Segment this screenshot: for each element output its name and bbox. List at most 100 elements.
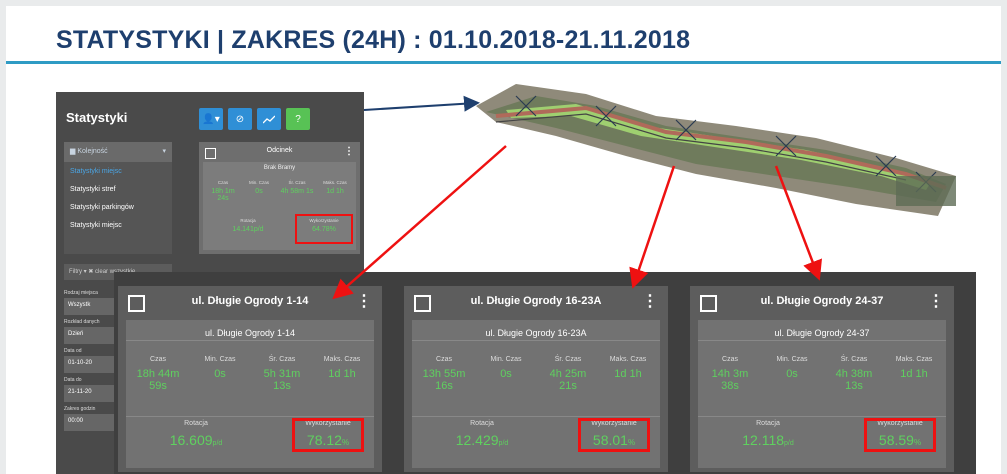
metric-value: 5h 31m 13s xyxy=(263,368,301,392)
chart-button[interactable] xyxy=(257,108,281,130)
more-vert-icon[interactable]: ⋮ xyxy=(928,291,944,311)
sidebar-item-place-stats-2[interactable]: Statystyki miejsc xyxy=(64,216,172,234)
user-button[interactable]: 👤▾ xyxy=(199,108,223,130)
aerial-map xyxy=(476,84,956,216)
sidebar-header-label: Kolejność xyxy=(77,148,108,155)
card-subtitle: ul. Długie Ogrody 24-37 xyxy=(774,328,870,338)
help-button[interactable]: ? xyxy=(286,108,310,130)
filter-label: Data od xyxy=(64,348,82,354)
help-icon: ? xyxy=(295,113,301,125)
segment-cards-panel: ul. Długie Ogrody 1-14 ⋮ ul. Długie Ogro… xyxy=(114,272,976,474)
more-vert-icon[interactable]: ⋮ xyxy=(642,291,658,311)
metric-value: 18h 44m 59s xyxy=(136,368,180,392)
metric-value: 4h 58m 1s xyxy=(280,188,314,195)
chevron-down-icon: ▾ xyxy=(162,148,166,155)
metric-label: Maks. Czas xyxy=(609,356,647,363)
rotation-value: 12.429p/d xyxy=(455,432,509,448)
app-title: Statystyki xyxy=(66,110,128,125)
card-subtitle: ul. Długie Ogrody 1-14 xyxy=(204,328,296,338)
filter-fields: Rodzaj miejsca Wszystk Rozkład danych Dz… xyxy=(64,286,116,431)
filter-date-to[interactable]: 21-11-20 xyxy=(64,385,116,402)
more-vert-icon[interactable]: ⋮ xyxy=(344,146,354,157)
metric-value: 1d 1h xyxy=(900,368,928,380)
usage-highlight-box xyxy=(295,214,353,244)
metric-value: 4h 38m 13s xyxy=(835,368,873,392)
card-checkbox[interactable] xyxy=(128,295,145,312)
sidebar-item-place-stats[interactable]: Statystyki miejsc xyxy=(64,162,172,180)
rotation-label: Rotacja xyxy=(470,420,494,427)
metric-label: Min. Czas xyxy=(776,356,808,363)
filter-label: Zakres godzin xyxy=(64,406,96,412)
chart-icon xyxy=(263,115,275,123)
card-body: ul. Długie Ogrody 24-37 Czas Min. Czas Ś… xyxy=(698,320,946,468)
card-name: ul. Długie Ogrody 1-14 xyxy=(191,295,309,307)
segment-card-2: ul. Długie Ogrody 16-23A ⋮ ul. Długie Og… xyxy=(404,286,668,472)
metric-label: Min. Czas xyxy=(490,356,522,363)
divider xyxy=(126,416,374,417)
metric-value: 0s xyxy=(214,368,226,380)
card-body: ul. Długie Ogrody 1-14 Czas Min. Czas Śr… xyxy=(126,320,374,468)
segment-card-3: ul. Długie Ogrody 24-37 ⋮ ul. Długie Ogr… xyxy=(690,286,954,472)
sidebar-item-zone-stats[interactable]: Statystyki stref xyxy=(64,180,172,198)
rotation-label: Rotacja xyxy=(756,420,780,427)
metric-label: Czas xyxy=(722,356,738,363)
metric-value: 14h 3m 38s xyxy=(711,368,749,392)
divider xyxy=(698,340,946,341)
blue-arrow xyxy=(363,95,480,112)
metric-label: Czas xyxy=(436,356,452,363)
filter-distribution[interactable]: Dzień xyxy=(64,327,116,344)
card-checkbox[interactable] xyxy=(700,295,717,312)
usage-highlight-box xyxy=(578,418,650,452)
metric-label: Czas xyxy=(217,180,229,185)
card-subtitle: ul. Długie Ogrody 16-23A xyxy=(485,328,587,338)
block-icon: ⊘ xyxy=(235,113,245,125)
metric-label: Min. Czas xyxy=(204,356,236,363)
metric-value: 0s xyxy=(500,368,512,380)
metric-value: 18h 1m 24s xyxy=(211,188,235,202)
metric-label: Śr. Czas xyxy=(288,180,306,185)
filter-place-type[interactable]: Wszystk xyxy=(64,298,116,315)
card-checkbox[interactable] xyxy=(414,295,431,312)
title-underline xyxy=(6,61,1001,64)
divider xyxy=(698,416,946,417)
card-body: ul. Długie Ogrody 16-23A Czas Min. Czas … xyxy=(412,320,660,468)
divider xyxy=(412,416,660,417)
divider xyxy=(126,340,374,341)
stats-sidebar: ▆ Kolejność ▾ Statystyki miejsc Statysty… xyxy=(64,142,172,254)
metric-value: 0s xyxy=(255,188,263,195)
metric-label: Min. Czas xyxy=(248,180,269,185)
sidebar-item-parking-stats[interactable]: Statystyki parkingów xyxy=(64,198,172,216)
metric-label: Śr. Czas xyxy=(268,356,296,363)
card-name: ul. Długie Ogrody 24-37 xyxy=(760,295,884,307)
card-name: ul. Długie Ogrody 16-23A xyxy=(470,295,602,307)
usage-highlight-box xyxy=(864,418,936,452)
metric-value: 1d 1h xyxy=(614,368,642,380)
small-stat-card: Odcinek ⋮ Brak Bramy Czas Min. Czas Śr. … xyxy=(199,142,360,254)
divider xyxy=(412,340,660,341)
metric-label: Maks. Czas xyxy=(323,180,347,185)
metric-value: 13h 55m 16s xyxy=(422,368,466,392)
metric-value: 1d 1h xyxy=(328,368,356,380)
slide: STATYSTYKI | ZAKRES (24H) : 01.10.2018-2… xyxy=(6,6,1001,474)
slide-title: STATYSTYKI | ZAKRES (24H) : 01.10.2018-2… xyxy=(56,26,691,54)
block-button[interactable]: ⊘ xyxy=(228,108,252,130)
metric-label: Maks. Czas xyxy=(323,356,361,363)
segment-card-1: ul. Długie Ogrody 1-14 ⋮ ul. Długie Ogro… xyxy=(118,286,382,472)
rotation-value: 14.141p/d xyxy=(232,226,264,233)
filter-label: Rozkład danych xyxy=(64,319,100,325)
card-name: Odcinek xyxy=(266,147,293,154)
metric-value: 1d 1h xyxy=(326,188,344,195)
filter-date-from[interactable]: 01-10-20 xyxy=(64,356,116,373)
metric-label: Maks. Czas xyxy=(895,356,933,363)
card-body: Brak Bramy Czas Min. Czas Śr. Czas Maks.… xyxy=(203,162,356,250)
metric-label: Śr. Czas xyxy=(554,356,582,363)
filter-label: Data do xyxy=(64,377,82,383)
metric-label: Śr. Czas xyxy=(840,356,868,363)
more-vert-icon[interactable]: ⋮ xyxy=(356,291,372,311)
user-icon: 👤▾ xyxy=(202,113,220,125)
filter-hours[interactable]: 00:00 xyxy=(64,414,116,431)
sidebar-header[interactable]: ▆ Kolejność ▾ xyxy=(64,142,172,162)
metric-label: Czas xyxy=(150,356,166,363)
metric-value: 0s xyxy=(786,368,798,380)
usage-highlight-box xyxy=(292,418,364,452)
